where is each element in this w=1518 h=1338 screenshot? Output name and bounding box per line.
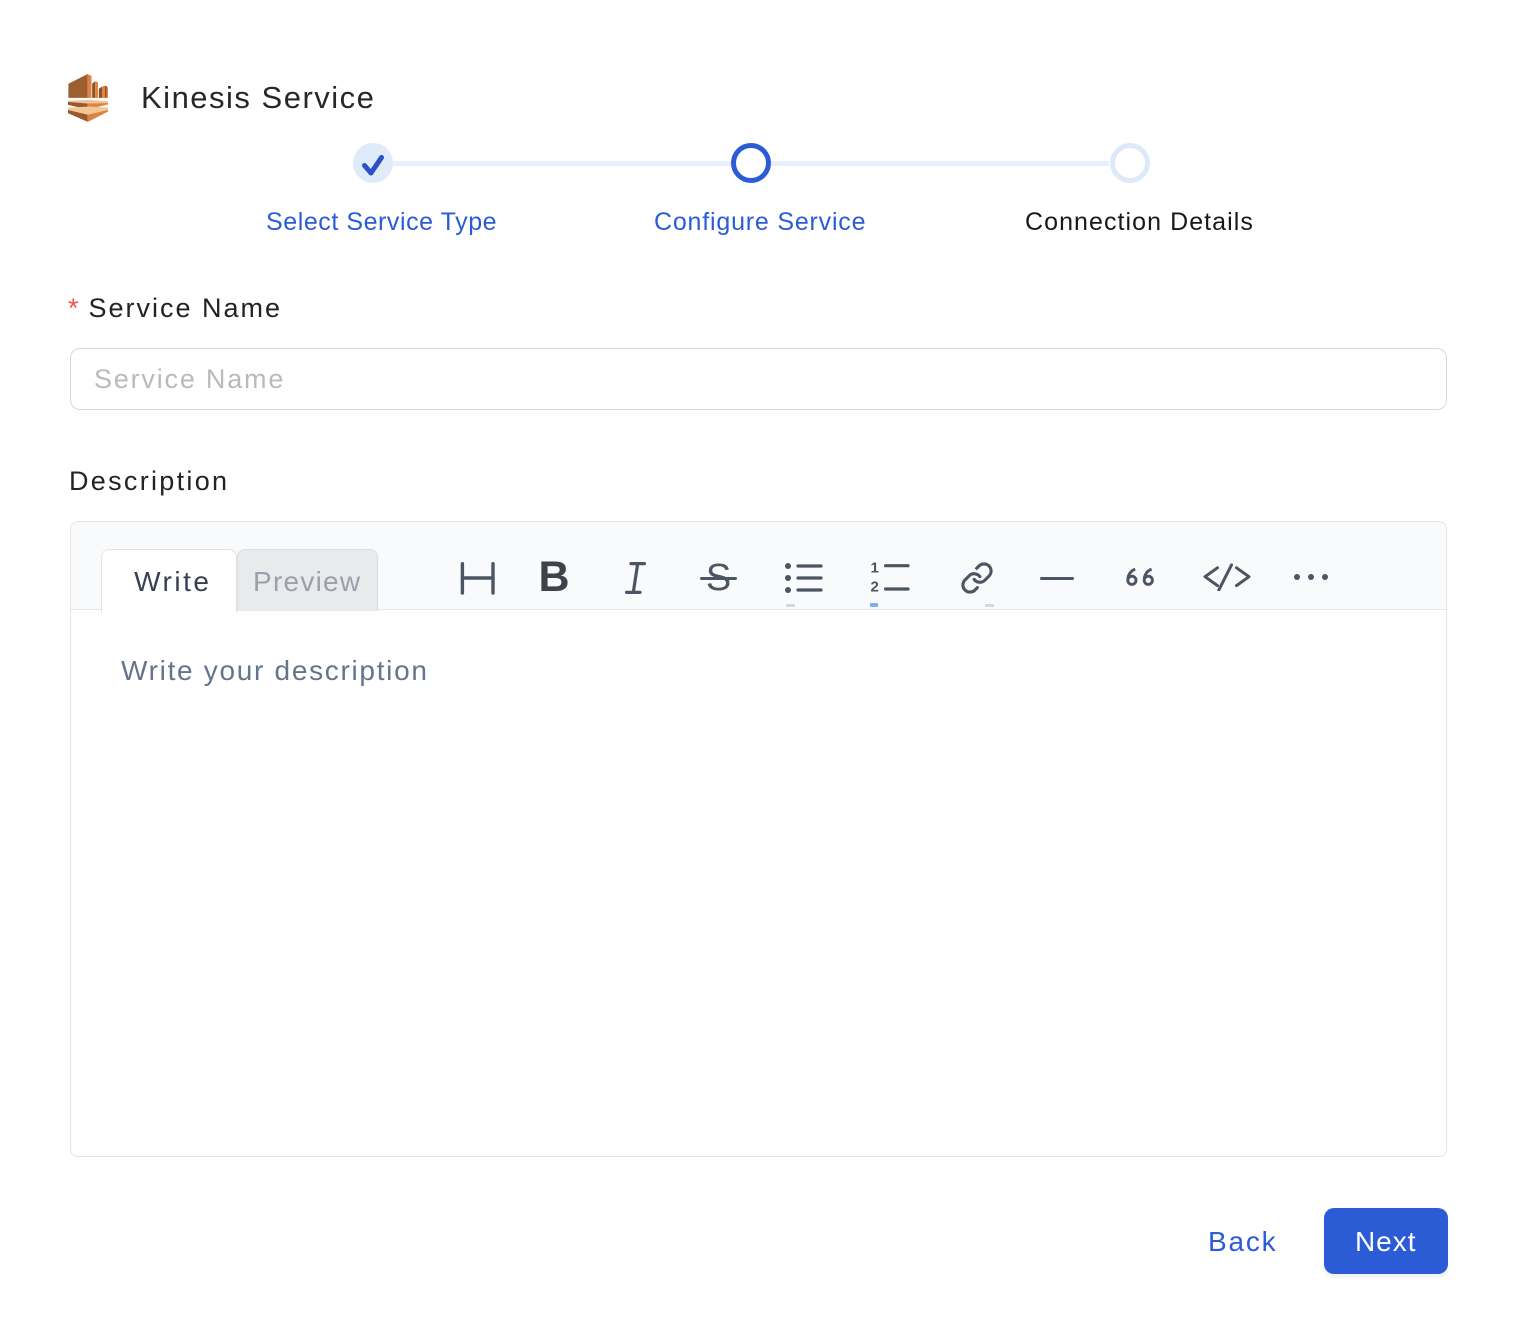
svg-text:1: 1 [871, 560, 879, 577]
svg-text:2: 2 [871, 579, 879, 596]
